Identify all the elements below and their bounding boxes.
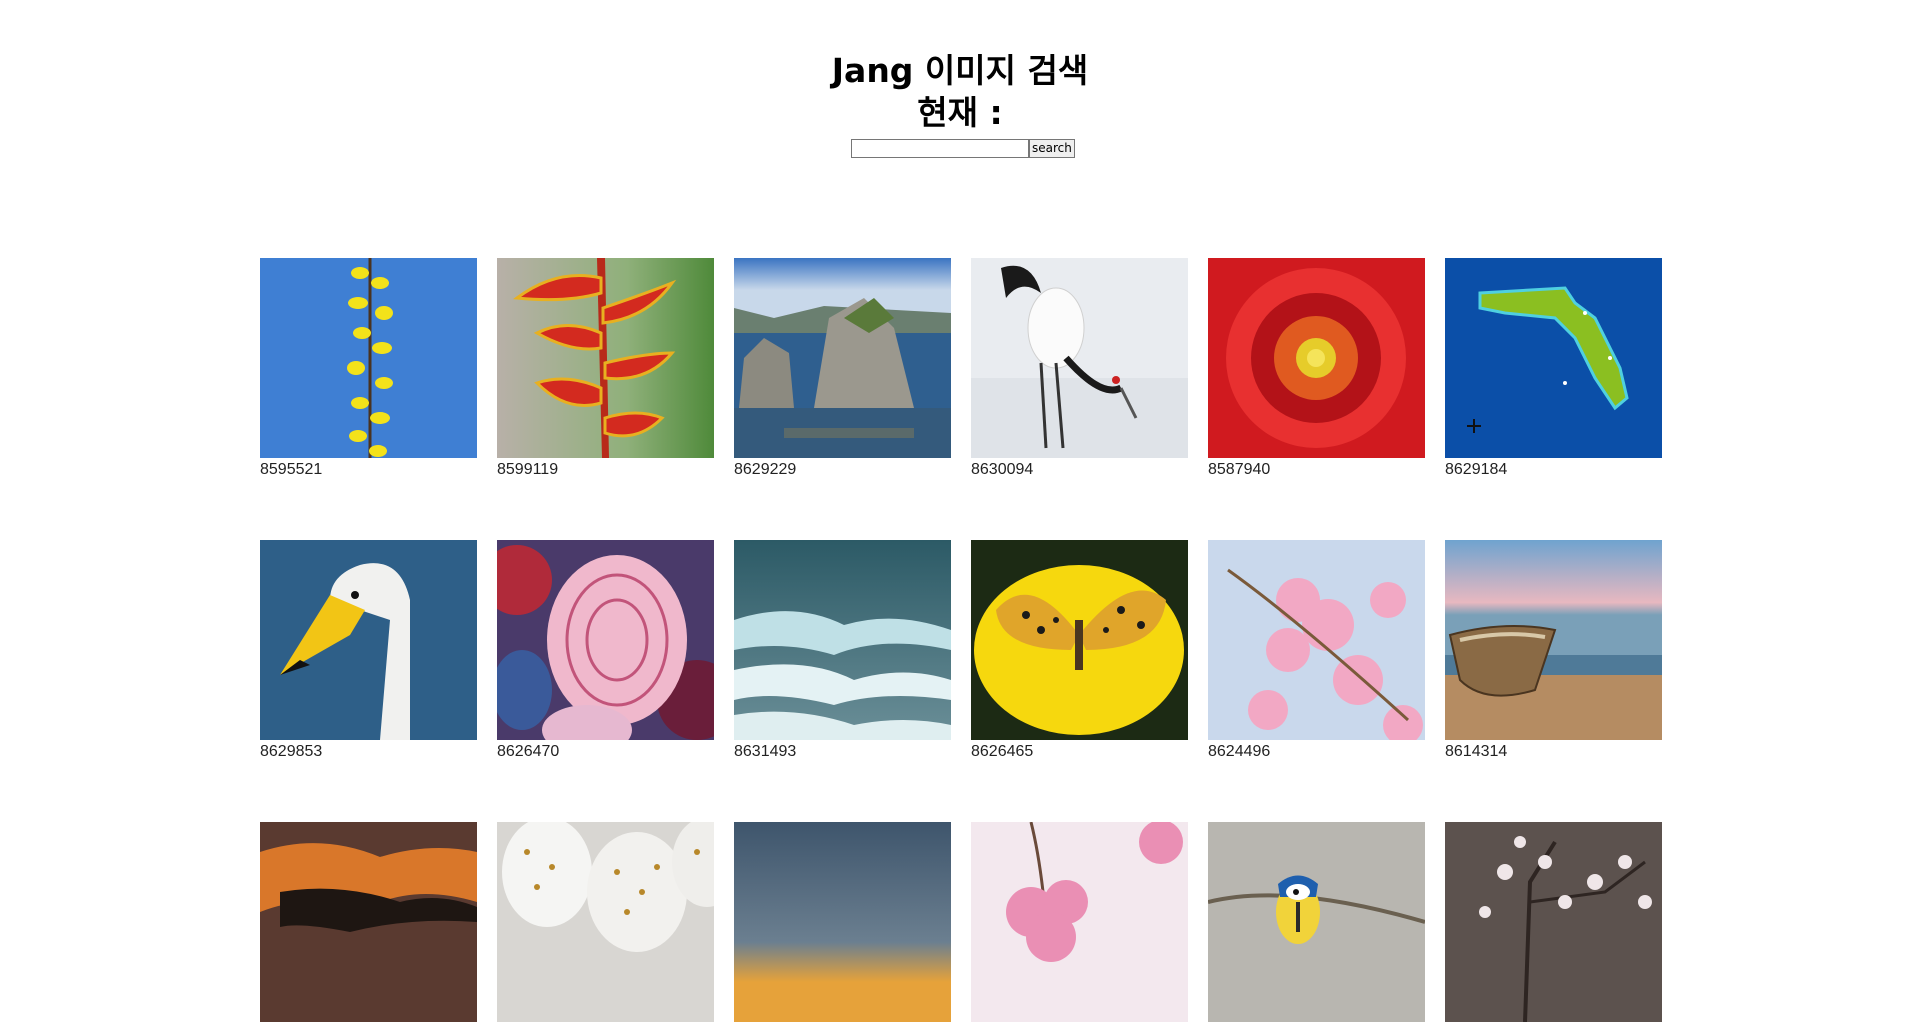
image-thumbnail[interactable] — [497, 258, 714, 458]
image-card[interactable]: 8587940 — [1208, 258, 1425, 480]
image-thumbnail[interactable] — [1445, 540, 1662, 740]
image-card[interactable]: 8626470 — [497, 540, 714, 762]
image-card[interactable]: 8629853 — [260, 540, 477, 762]
image-id: 8629184 — [1445, 461, 1508, 478]
image-id: 8595521 — [260, 461, 323, 478]
image-thumbnail[interactable] — [1208, 822, 1425, 1022]
image-thumbnail[interactable] — [971, 822, 1188, 1022]
image-card[interactable]: 8595521 — [260, 258, 477, 480]
image-id: 8629853 — [260, 743, 323, 760]
search-input[interactable] — [851, 139, 1029, 158]
image-id: 8630094 — [971, 461, 1034, 478]
image-card[interactable]: 8629184 — [1445, 258, 1662, 480]
image-thumbnail[interactable] — [734, 258, 951, 458]
image-card[interactable] — [497, 822, 714, 1022]
image-card[interactable] — [1208, 822, 1425, 1022]
image-id: 8614314 — [1445, 743, 1508, 760]
image-id: 8629229 — [734, 461, 797, 478]
image-card[interactable] — [971, 822, 1188, 1022]
image-thumbnail[interactable] — [734, 822, 951, 1022]
image-thumbnail[interactable] — [1445, 258, 1662, 458]
image-thumbnail[interactable] — [497, 540, 714, 740]
image-id: 8624496 — [1208, 743, 1271, 760]
image-card[interactable]: 8624496 — [1208, 540, 1425, 762]
image-card[interactable]: 8631493 — [734, 540, 951, 762]
current-query-label: 현재 : — [917, 93, 1003, 132]
image-card[interactable]: 8599119 — [497, 258, 714, 480]
image-card[interactable]: 8626465 — [971, 540, 1188, 762]
image-thumbnail[interactable] — [497, 822, 714, 1022]
image-card[interactable] — [260, 822, 477, 1022]
image-id: 8631493 — [734, 743, 797, 760]
image-thumbnail[interactable] — [1208, 258, 1425, 458]
image-card[interactable]: 8629229 — [734, 258, 951, 480]
image-card[interactable]: 8630094 — [971, 258, 1188, 480]
image-thumbnail[interactable] — [1445, 822, 1662, 1022]
image-thumbnail[interactable] — [260, 540, 477, 740]
image-card[interactable]: 8614314 — [1445, 540, 1662, 762]
image-thumbnail[interactable] — [260, 822, 477, 1022]
image-card[interactable] — [734, 822, 951, 1022]
image-id: 8587940 — [1208, 461, 1271, 478]
page-header: Jang 이미지 검색 현재 : — [0, 50, 1920, 134]
image-id: 8626470 — [497, 743, 560, 760]
image-thumbnail[interactable] — [971, 540, 1188, 740]
image-thumbnail[interactable] — [260, 258, 477, 458]
page-title: Jang 이미지 검색 — [831, 51, 1089, 90]
image-card[interactable] — [1445, 822, 1662, 1022]
image-thumbnail[interactable] — [971, 258, 1188, 458]
search-button[interactable]: search — [1029, 139, 1075, 158]
image-id: 8626465 — [971, 743, 1034, 760]
search-bar: search — [851, 138, 1075, 159]
image-thumbnail[interactable] — [734, 540, 951, 740]
image-id: 8599119 — [497, 461, 559, 478]
image-thumbnail[interactable] — [1208, 540, 1425, 740]
